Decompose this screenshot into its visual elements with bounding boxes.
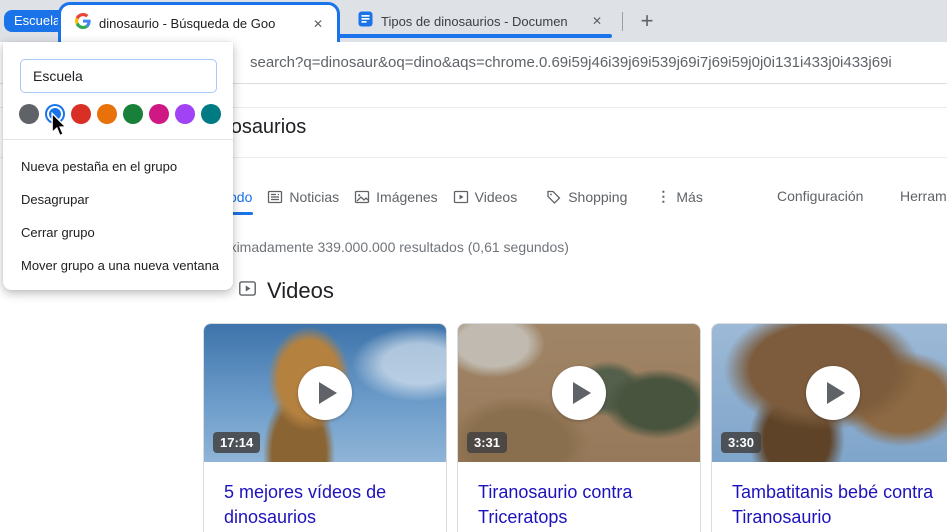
color-swatch-red[interactable] — [71, 104, 91, 124]
video-card[interactable]: 3:31 Tiranosaurio contra Triceratops — [457, 323, 701, 532]
videos-section-header: Videos — [238, 278, 334, 304]
video-thumbnail[interactable]: 3:30 — [712, 324, 947, 462]
menu-item-close-group[interactable]: Cerrar grupo — [3, 216, 233, 249]
video-title-link[interactable]: 5 mejores vídeos de dinosaurios — [204, 462, 446, 530]
duration-badge: 17:14 — [213, 432, 261, 453]
tab-title: Tipos de dinosaurios - Documen — [381, 13, 568, 29]
tab-google-search[interactable]: dinosaurio - Búsqueda de Goo ✕ — [58, 2, 340, 42]
tab-videos[interactable]: Videos — [453, 188, 518, 205]
menu-item-ungroup[interactable]: Desagrupar — [3, 183, 233, 216]
nav-label: Imágenes — [376, 188, 438, 205]
menu-item-list: Nueva pestaña en el grupo Desagrupar Cer… — [3, 150, 233, 282]
nav-label: Videos — [474, 188, 518, 205]
tab-separator — [622, 12, 623, 31]
close-tab-icon[interactable]: ✕ — [309, 15, 327, 33]
video-results: 17:14 5 mejores vídeos de dinosaurios 3:… — [203, 323, 947, 532]
color-swatch-purple[interactable] — [175, 104, 195, 124]
video-icon — [453, 189, 469, 205]
address-bar[interactable]: search?q=dinosaur&oq=dino&aqs=chrome.0.6… — [250, 54, 947, 71]
play-icon[interactable] — [298, 366, 352, 420]
tools-link[interactable]: Herramientas — [900, 188, 947, 204]
tab-noticias[interactable]: Noticias — [267, 189, 339, 205]
play-icon[interactable] — [806, 366, 860, 420]
image-icon — [354, 189, 370, 205]
tab-imagenes[interactable]: Imágenes — [354, 188, 438, 205]
tag-icon — [546, 189, 562, 205]
search-nav: Todo Noticias Imágenes Videos Shopping ⋮… — [222, 188, 703, 205]
video-title-link[interactable]: Tambatitanis bebé contra Tiranosaurio — [712, 462, 947, 530]
menu-item-move-group[interactable]: Mover grupo a una nueva ventana — [3, 249, 233, 282]
google-favicon-icon — [75, 13, 91, 34]
news-icon — [267, 189, 283, 205]
nav-label: Shopping — [568, 188, 628, 205]
new-tab-button[interactable]: + — [634, 8, 660, 34]
nav-label: Noticias — [289, 188, 340, 205]
duration-badge: 3:31 — [467, 432, 508, 453]
color-swatch-green[interactable] — [123, 104, 143, 124]
menu-separator — [3, 139, 233, 140]
video-card[interactable]: 3:30 Tambatitanis bebé contra Tiranosaur… — [711, 323, 947, 532]
color-swatch-orange[interactable] — [97, 104, 117, 124]
results-stats: Aproximadamente 339.000.000 resultados (… — [200, 239, 569, 255]
more-dots-icon: ⋮ — [656, 188, 671, 204]
mouse-cursor — [50, 111, 68, 143]
color-swatch-teal[interactable] — [201, 104, 221, 124]
settings-link[interactable]: Configuración — [777, 188, 863, 204]
video-card[interactable]: 17:14 5 mejores vídeos de dinosaurios — [203, 323, 447, 532]
menu-item-new-tab-in-group[interactable]: Nueva pestaña en el grupo — [3, 150, 233, 183]
group-name-input[interactable] — [20, 59, 217, 93]
docs-favicon-icon — [358, 11, 373, 32]
color-swatch-pink[interactable] — [149, 104, 169, 124]
play-icon[interactable] — [552, 366, 606, 420]
close-tab-icon[interactable]: ✕ — [588, 12, 606, 30]
video-title-link[interactable]: Tiranosaurio contra Triceratops — [458, 462, 700, 530]
video-thumbnail[interactable]: 3:31 — [458, 324, 700, 462]
tab-google-docs[interactable]: Tipos de dinosaurios - Documen ✕ — [346, 5, 614, 37]
video-section-icon — [238, 279, 257, 303]
duration-badge: 3:30 — [721, 432, 762, 453]
nav-label: Más — [676, 188, 703, 205]
tab-shopping[interactable]: Shopping — [546, 189, 627, 205]
tab-group-menu: Nueva pestaña en el grupo Desagrupar Cer… — [3, 42, 233, 290]
tab-strip: Escuela dinosaurio - Búsqueda de Goo ✕ T… — [0, 0, 947, 42]
tab-title: dinosaurio - Búsqueda de Goo — [99, 16, 276, 31]
color-swatch-grey[interactable] — [19, 104, 39, 124]
tab-group-underline — [340, 34, 612, 38]
tab-mas[interactable]: ⋮ Más — [656, 188, 702, 205]
videos-heading: Videos — [267, 278, 334, 303]
video-thumbnail[interactable]: 17:14 — [204, 324, 446, 462]
